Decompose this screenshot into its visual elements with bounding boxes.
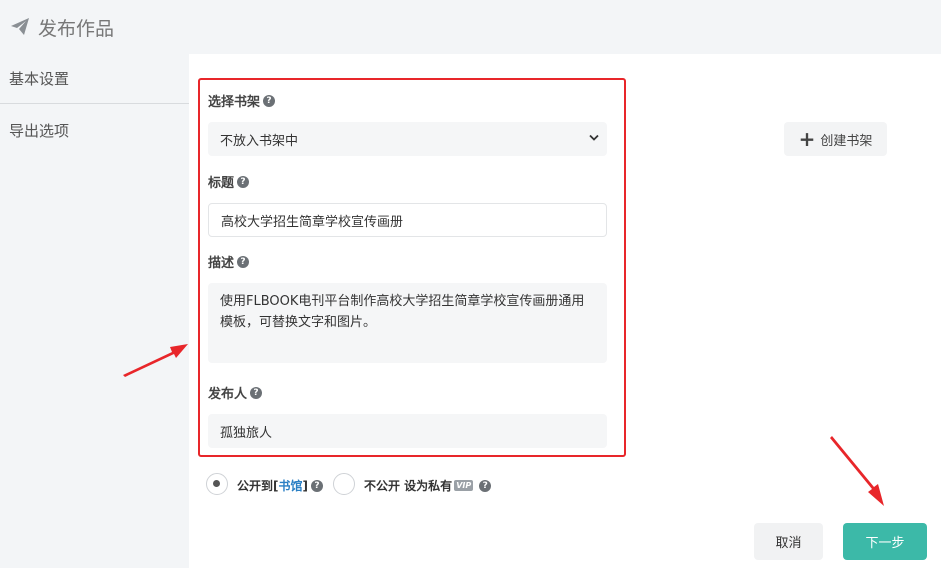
bookshelf-select[interactable]: 不放入书架中	[208, 122, 607, 156]
vip-badge: VIP	[454, 480, 474, 491]
title-label: 标题 ?	[208, 172, 250, 191]
next-step-button[interactable]: 下一步	[843, 523, 927, 560]
plus-icon: +	[798, 127, 816, 151]
annotation-arrow-icon	[123, 344, 188, 377]
library-link[interactable]: 书馆	[279, 477, 303, 494]
sidebar: 基本设置 导出选项	[0, 54, 189, 568]
help-icon[interactable]: ?	[250, 386, 263, 399]
page-title: 发布作品	[38, 17, 115, 40]
title-input-value: 高校大学招生简章学校宣传画册	[221, 214, 404, 230]
chevron-down-icon	[589, 134, 599, 141]
paper-plane-icon	[11, 18, 29, 35]
sidebar-item-basic-settings[interactable]: 基本设置	[0, 68, 189, 104]
help-icon[interactable]: ?	[237, 175, 250, 188]
help-icon[interactable]: ?	[263, 94, 276, 107]
help-icon[interactable]: ?	[311, 479, 323, 492]
description-label: 描述 ?	[208, 252, 250, 271]
public-radio[interactable]	[206, 473, 228, 495]
publisher-input-value: 孤独旅人	[220, 425, 273, 441]
bookshelf-label: 选择书架 ?	[208, 91, 276, 110]
public-radio-label: 公开到 [ 书馆 ] ?	[237, 477, 323, 494]
public-label-prefix: 公开到	[237, 479, 274, 493]
publisher-label-text: 发布人	[208, 387, 248, 402]
bracket-close: ]	[302, 478, 308, 493]
cancel-button[interactable]: 取消	[754, 523, 823, 560]
private-radio[interactable]	[333, 473, 355, 495]
bookshelf-label-text: 选择书架	[208, 95, 261, 110]
title-input[interactable]: 高校大学招生简章学校宣传画册	[208, 203, 607, 237]
create-bookshelf-button[interactable]: + 创建书架	[784, 122, 887, 156]
private-radio-label: 不公开 设为私有 VIP ?	[364, 477, 492, 494]
publisher-label: 发布人 ?	[208, 383, 263, 402]
publisher-input[interactable]: 孤独旅人	[208, 414, 607, 448]
sidebar-divider	[0, 103, 189, 104]
annotation-arrow-icon	[830, 436, 884, 506]
help-icon[interactable]: ?	[237, 255, 250, 268]
bookshelf-select-value: 不放入书架中	[220, 133, 299, 149]
description-textarea-value: 使用FLBOOK电刊平台制作高校大学招生简章学校宣传画册通用模板，可替换文字和图…	[220, 294, 585, 330]
page-header: 发布作品	[0, 0, 941, 54]
help-icon[interactable]: ?	[479, 479, 492, 492]
create-bookshelf-label: 创建书架	[820, 133, 873, 149]
private-label-text: 不公开 设为私有	[364, 479, 453, 493]
title-label-text: 标题	[208, 176, 235, 191]
sidebar-item-export-options[interactable]: 导出选项	[0, 120, 189, 141]
description-textarea[interactable]: 使用FLBOOK电刊平台制作高校大学招生简章学校宣传画册通用模板，可替换文字和图…	[208, 283, 607, 363]
description-label-text: 描述	[208, 256, 235, 271]
